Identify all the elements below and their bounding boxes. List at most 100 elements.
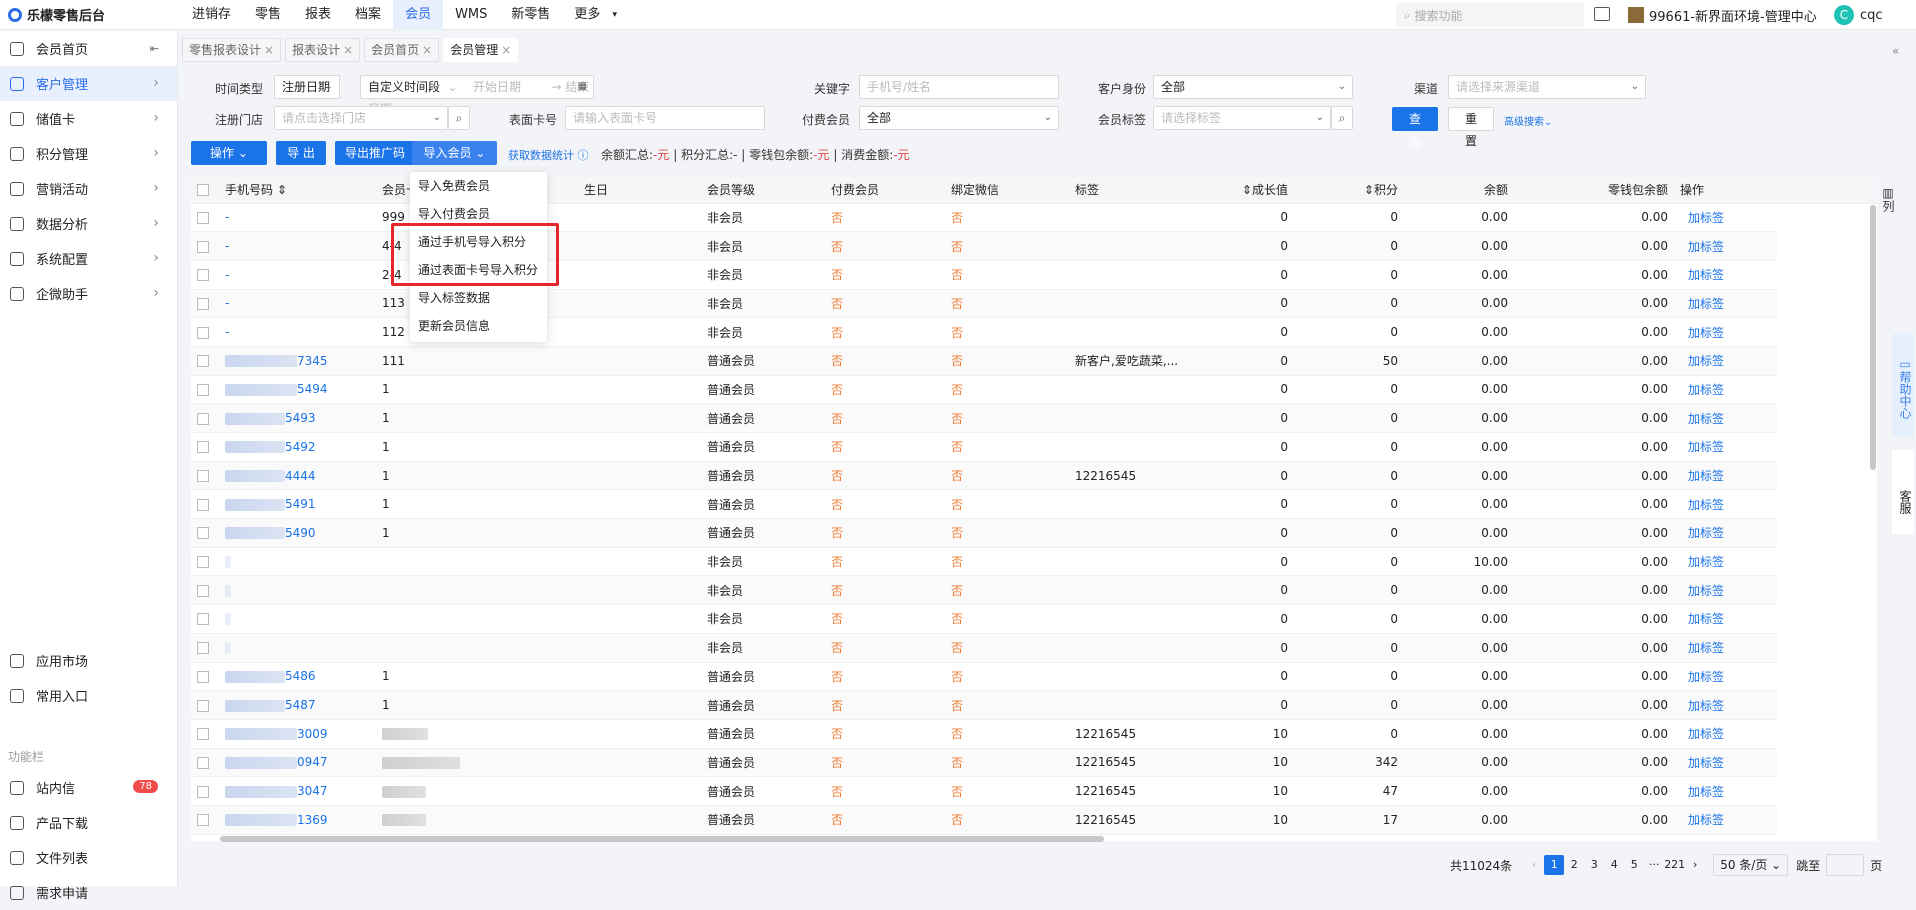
page-tab[interactable]: 报表设计 × (285, 38, 361, 62)
phone-cell[interactable]: 1369 (219, 805, 376, 835)
add-tag-link[interactable]: 加标签 (1674, 203, 1777, 233)
phone-cell[interactable]: 5491 (219, 489, 376, 520)
row-checkbox[interactable] (197, 613, 209, 626)
time-type-select[interactable]: 注册日期 ⌄ (274, 75, 340, 99)
add-tag-link[interactable]: 加标签 (1674, 719, 1777, 749)
phone-cell[interactable] (219, 547, 376, 577)
import-menu-item[interactable]: 导入免费会员 (410, 172, 547, 200)
table-row[interactable]: 3047 普通会员否否 12216545 10 47 0.00 0.00 加标签 (191, 776, 1877, 806)
phone-cell[interactable]: 5494 (219, 375, 376, 405)
add-tag-link[interactable]: 加标签 (1674, 662, 1777, 692)
page-button[interactable]: 2 (1564, 855, 1584, 875)
add-tag-link[interactable]: 加标签 (1674, 375, 1777, 405)
phone-cell[interactable]: - (219, 289, 376, 319)
row-checkbox[interactable] (197, 756, 209, 769)
reset-button[interactable]: 重 置 (1448, 107, 1494, 148)
printer-icon[interactable] (1594, 7, 1610, 21)
identity-select[interactable]: 全部 ⌄ (1153, 75, 1353, 99)
row-checkbox[interactable] (197, 527, 209, 540)
page-button[interactable]: 1 (1544, 855, 1565, 875)
phone-cell[interactable]: 5487 (219, 690, 376, 720)
store-select[interactable]: 请点击选择门店 ⌄ (274, 106, 448, 130)
table-row[interactable]: 5492 1 普通会员否否 0 0 0.00 0.00 加标签 (191, 432, 1877, 462)
row-checkbox[interactable] (197, 642, 209, 655)
add-tag-link[interactable]: 加标签 (1674, 432, 1777, 462)
page-size-select[interactable]: 50 条/页 ⌄ (1713, 854, 1789, 876)
phone-cell[interactable]: - (219, 260, 376, 290)
date-range-picker[interactable]: 自定义时间段 ⌄ 开始日期 → 结束日期▦ (360, 75, 594, 116)
add-tag-link[interactable]: 加标签 (1674, 547, 1777, 577)
table-row[interactable]: 非会员否否 0 0 0.00 0.00 加标签 (191, 604, 1877, 634)
topnav-item[interactable]: 报表 (293, 0, 343, 30)
topnav-item[interactable]: 会员 (393, 0, 444, 30)
app-logo[interactable]: 乐檬零售后台 (0, 5, 180, 24)
table-row[interactable]: 非会员否否 0 0 10.00 0.00 加标签 (191, 547, 1877, 577)
select-all-checkbox[interactable] (197, 184, 209, 197)
sidebar-item[interactable]: 营销活动 › (0, 171, 177, 206)
add-tag-link[interactable]: 加标签 (1674, 489, 1777, 520)
sidebar-item[interactable]: 系统配置 › (0, 241, 177, 276)
add-tag-link[interactable]: 加标签 (1674, 518, 1777, 548)
phone-cell[interactable]: 4444 (219, 461, 376, 491)
column-settings-button[interactable]: ▥列 (1880, 186, 1897, 212)
sidebar-tool-item[interactable]: 文件列表 (0, 840, 178, 875)
collapse-icon[interactable]: ⇤ (150, 42, 159, 55)
add-tag-link[interactable]: 加标签 (1674, 403, 1777, 433)
channel-select[interactable]: 请选择来源渠道 ⌄ (1448, 75, 1646, 99)
table-row[interactable]: 非会员否否 0 0 0.00 0.00 加标签 (191, 633, 1877, 663)
operate-button[interactable]: 操作 ⌄ (191, 141, 267, 165)
prev-page-button[interactable]: ‹ (1524, 855, 1544, 875)
sidebar-item[interactable]: 会员首页 ⇤ (0, 31, 177, 66)
export-promo-code-button[interactable]: 导出推广码 (335, 141, 415, 165)
table-row[interactable]: 4444 1 普通会员否否 12216545 0 0 0.00 0.00 加标签 (191, 461, 1877, 491)
phone-cell[interactable]: 7345 (219, 346, 376, 376)
phone-cell[interactable]: 5490 (219, 518, 376, 548)
row-checkbox[interactable] (197, 412, 209, 425)
topnav-item[interactable]: WMS (443, 0, 499, 30)
user-menu[interactable]: Ccqc (1834, 0, 1883, 30)
phone-cell[interactable] (219, 604, 376, 634)
tag-search-button[interactable]: ⌕ (1331, 106, 1353, 130)
customer-service-button[interactable]: 客服 (1892, 450, 1914, 534)
phone-cell[interactable]: 5486 (219, 662, 376, 692)
close-icon[interactable]: × (343, 43, 353, 57)
page-button[interactable]: ··· (1644, 855, 1664, 875)
add-tag-link[interactable]: 加标签 (1674, 461, 1777, 491)
add-tag-link[interactable]: 加标签 (1674, 776, 1777, 806)
store-selector[interactable]: 99661-新界面环境-管理中心 (1628, 0, 1817, 30)
close-icon[interactable]: × (264, 43, 274, 57)
page-tab[interactable]: 会员首页 × (364, 38, 440, 62)
paid-member-select[interactable]: 全部 ⌄ (859, 106, 1059, 130)
add-tag-link[interactable]: 加标签 (1674, 748, 1777, 778)
close-icon[interactable]: × (501, 43, 511, 57)
row-checkbox[interactable] (197, 211, 209, 224)
import-menu-item[interactable]: 导入标签数据 (410, 284, 547, 312)
sidebar-tool-item[interactable]: 需求申请 (0, 875, 178, 910)
phone-cell[interactable]: - (219, 203, 376, 233)
row-checkbox[interactable] (197, 470, 209, 483)
fetch-stats-link[interactable]: 获取数据统计 ⓘ (508, 147, 589, 163)
add-tag-link[interactable]: 加标签 (1674, 805, 1777, 835)
add-tag-link[interactable]: 加标签 (1674, 260, 1777, 290)
phone-cell[interactable]: - (219, 231, 376, 261)
row-checkbox[interactable] (197, 240, 209, 253)
sidebar-bottom-item[interactable]: 常用入口 (0, 678, 178, 713)
sidebar-item[interactable]: 储值卡 › (0, 101, 177, 136)
add-tag-link[interactable]: 加标签 (1674, 604, 1777, 634)
row-checkbox[interactable] (197, 556, 209, 569)
jump-page-input[interactable] (1826, 854, 1865, 876)
sidebar-tool-item[interactable]: 产品下载 (0, 805, 178, 840)
query-button[interactable]: 查 询 (1392, 107, 1438, 150)
topnav-item[interactable]: 更多 (562, 0, 612, 30)
sidebar-tool-item[interactable]: 站内信 78 (0, 770, 178, 805)
row-checkbox[interactable] (197, 699, 209, 712)
table-row[interactable]: 5490 1 普通会员否否 0 0 0.00 0.00 加标签 (191, 518, 1877, 548)
page-button[interactable]: 221 (1664, 855, 1685, 875)
table-row[interactable]: 5491 1 普通会员否否 0 0 0.00 0.00 加标签 (191, 489, 1877, 520)
sidebar-item[interactable]: 企微助手 › (0, 276, 177, 311)
phone-cell[interactable]: 5493 (219, 403, 376, 433)
add-tag-link[interactable]: 加标签 (1674, 690, 1777, 720)
add-tag-link[interactable]: 加标签 (1674, 289, 1777, 319)
page-button[interactable]: 3 (1584, 855, 1604, 875)
phone-cell[interactable]: 3047 (219, 776, 376, 806)
